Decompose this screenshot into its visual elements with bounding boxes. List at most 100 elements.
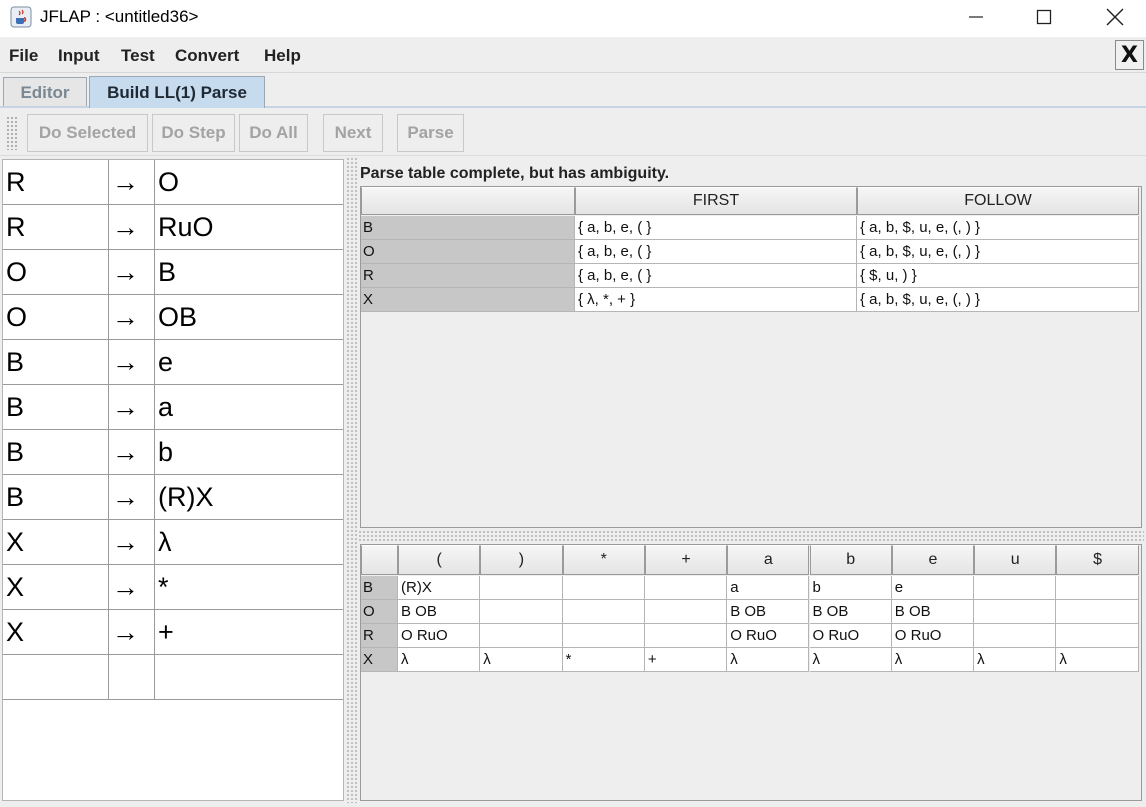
vertical-splitter[interactable] bbox=[346, 157, 358, 803]
production-lhs[interactable] bbox=[3, 655, 109, 700]
column-header[interactable]: ( bbox=[398, 545, 481, 575]
parse-table-cell[interactable] bbox=[644, 600, 728, 624]
horizontal-splitter[interactable] bbox=[358, 530, 1144, 542]
grammar-row[interactable]: X → λ bbox=[3, 520, 343, 565]
menu-test[interactable]: Test bbox=[121, 46, 155, 66]
close-window-button[interactable] bbox=[1085, 0, 1145, 33]
production-lhs[interactable]: X bbox=[3, 565, 109, 610]
production-lhs[interactable]: B bbox=[3, 385, 109, 430]
parse-table-cell[interactable] bbox=[562, 624, 645, 648]
production-lhs[interactable]: B bbox=[3, 430, 109, 475]
column-header[interactable]: * bbox=[562, 545, 645, 575]
production-rhs[interactable]: * bbox=[155, 565, 343, 610]
parse-table-cell[interactable]: λ bbox=[891, 648, 975, 672]
parse-table-cell[interactable]: (R)X bbox=[398, 576, 481, 600]
production-rhs[interactable]: λ bbox=[155, 520, 343, 565]
parse-table-cell[interactable]: B OB bbox=[809, 600, 892, 624]
do-all-button[interactable]: Do All bbox=[239, 114, 308, 152]
column-header[interactable]: a bbox=[727, 545, 810, 575]
column-header[interactable] bbox=[361, 545, 398, 575]
maximize-button[interactable] bbox=[1014, 0, 1074, 33]
production-rhs[interactable]: B bbox=[155, 250, 343, 295]
production-lhs[interactable]: R bbox=[3, 205, 109, 250]
column-header[interactable]: + bbox=[644, 545, 728, 575]
grammar-row[interactable]: B → b bbox=[3, 430, 343, 475]
parse-table-cell[interactable]: e bbox=[891, 576, 975, 600]
parse-table-cell[interactable] bbox=[480, 600, 563, 624]
parse-table-cell[interactable]: a bbox=[727, 576, 810, 600]
follow-set-cell[interactable]: { a, b, $, u, e, (, ) } bbox=[857, 288, 1139, 312]
menu-help[interactable]: Help bbox=[264, 46, 301, 66]
production-lhs[interactable]: B bbox=[3, 475, 109, 520]
parse-table-cell[interactable]: λ bbox=[727, 648, 810, 672]
do-selected-button[interactable]: Do Selected bbox=[27, 114, 148, 152]
column-header[interactable]: ) bbox=[480, 545, 563, 575]
parse-table-cell[interactable]: O RuO bbox=[727, 624, 810, 648]
follow-set-cell[interactable]: { a, b, $, u, e, (, ) } bbox=[857, 240, 1139, 264]
parse-table-cell[interactable] bbox=[1056, 624, 1139, 648]
parse-table-cell[interactable] bbox=[644, 624, 728, 648]
parse-table-cell[interactable]: λ bbox=[398, 648, 481, 672]
column-header[interactable]: u bbox=[974, 545, 1057, 575]
menu-file[interactable]: File bbox=[9, 46, 38, 66]
production-lhs[interactable]: O bbox=[3, 250, 109, 295]
parse-table-cell[interactable]: O RuO bbox=[891, 624, 975, 648]
grammar-row[interactable]: B → (R)X bbox=[3, 475, 343, 520]
first-set-cell[interactable]: { a, b, e, ( } bbox=[575, 240, 857, 264]
menu-input[interactable]: Input bbox=[58, 46, 100, 66]
toolbar-grip[interactable] bbox=[6, 116, 18, 150]
grammar-row[interactable]: R → RuO bbox=[3, 205, 343, 250]
grammar-row[interactable]: X → * bbox=[3, 565, 343, 610]
parse-table-cell[interactable] bbox=[562, 600, 645, 624]
parse-table-cell[interactable] bbox=[974, 624, 1057, 648]
parse-table-cell[interactable] bbox=[562, 576, 645, 600]
close-tab-button[interactable]: X bbox=[1115, 40, 1144, 70]
grammar-row[interactable]: O → OB bbox=[3, 295, 343, 340]
column-header[interactable]: FIRST bbox=[575, 187, 857, 215]
parse-table-cell[interactable]: b bbox=[809, 576, 892, 600]
parse-table-cell[interactable]: O RuO bbox=[809, 624, 892, 648]
parse-table-cell[interactable] bbox=[480, 576, 563, 600]
grammar-row[interactable]: O → B bbox=[3, 250, 343, 295]
column-header[interactable]: $ bbox=[1056, 545, 1139, 575]
parse-table-cell[interactable]: λ bbox=[1056, 648, 1139, 672]
first-set-cell[interactable]: { a, b, e, ( } bbox=[575, 264, 857, 288]
production-lhs[interactable]: R bbox=[3, 160, 109, 205]
parse-button[interactable]: Parse bbox=[397, 114, 464, 152]
production-rhs[interactable] bbox=[155, 655, 343, 700]
first-set-cell[interactable]: { a, b, e, ( } bbox=[575, 216, 857, 240]
production-rhs[interactable]: O bbox=[155, 160, 343, 205]
grammar-blank-row[interactable] bbox=[3, 655, 343, 700]
parse-table-cell[interactable]: O RuO bbox=[398, 624, 481, 648]
parse-table-cell[interactable] bbox=[1056, 600, 1139, 624]
grammar-row[interactable]: X → + bbox=[3, 610, 343, 655]
parse-table-cell[interactable] bbox=[480, 624, 563, 648]
minimize-button[interactable] bbox=[946, 0, 1006, 33]
production-rhs[interactable]: OB bbox=[155, 295, 343, 340]
parse-table-cell[interactable] bbox=[974, 576, 1057, 600]
production-rhs[interactable]: (R)X bbox=[155, 475, 343, 520]
column-header[interactable]: e bbox=[891, 545, 975, 575]
tab-editor[interactable]: Editor bbox=[3, 77, 87, 108]
production-rhs[interactable]: RuO bbox=[155, 205, 343, 250]
column-header[interactable] bbox=[361, 187, 575, 215]
grammar-row[interactable]: B → a bbox=[3, 385, 343, 430]
parse-table-cell[interactable]: λ bbox=[974, 648, 1057, 672]
parse-table-cell[interactable] bbox=[1056, 576, 1139, 600]
first-set-cell[interactable]: { λ, *, + } bbox=[575, 288, 857, 312]
parse-table-cell[interactable]: B OB bbox=[891, 600, 975, 624]
next-button[interactable]: Next bbox=[323, 114, 383, 152]
parse-table-cell[interactable]: + bbox=[644, 648, 728, 672]
parse-table-cell[interactable] bbox=[644, 576, 728, 600]
follow-set-cell[interactable]: { a, b, $, u, e, (, ) } bbox=[857, 216, 1139, 240]
production-lhs[interactable]: B bbox=[3, 340, 109, 385]
follow-set-cell[interactable]: { $, u, ) } bbox=[857, 264, 1139, 288]
production-rhs[interactable]: a bbox=[155, 385, 343, 430]
grammar-row[interactable]: R → O bbox=[3, 160, 343, 205]
grammar-row[interactable]: B → e bbox=[3, 340, 343, 385]
production-rhs[interactable]: b bbox=[155, 430, 343, 475]
parse-table-cell[interactable]: λ bbox=[809, 648, 892, 672]
production-lhs[interactable]: X bbox=[3, 520, 109, 565]
parse-table-cell[interactable]: λ bbox=[480, 648, 563, 672]
production-rhs[interactable]: e bbox=[155, 340, 343, 385]
